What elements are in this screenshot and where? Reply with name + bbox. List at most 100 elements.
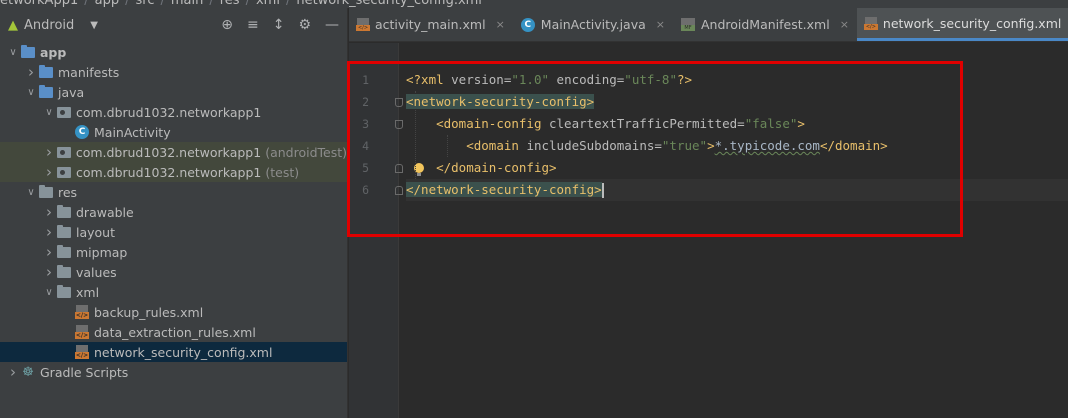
close-icon[interactable]: × (840, 18, 849, 31)
gear-icon[interactable]: ⚙ (298, 17, 311, 33)
tree-item[interactable]: backup_rules.xml (0, 302, 347, 322)
code-line: <domain-config cleartextTrafficPermitted… (406, 113, 1068, 135)
editor-tab[interactable]: activity_main.xml × (349, 8, 513, 41)
attr-value: "utf-8" (624, 72, 677, 87)
tree-item[interactable]: › drawable (0, 202, 347, 222)
project-view-selector[interactable]: ▲ Android ▼ (8, 18, 98, 33)
fold-marker[interactable] (395, 186, 403, 195)
fold-marker[interactable] (395, 98, 403, 107)
package-icon (56, 145, 72, 159)
chevron-right-icon[interactable]: › (42, 223, 56, 241)
chevron-right-icon[interactable]: › (42, 143, 56, 161)
expand-all-icon[interactable]: ↕ (273, 17, 285, 33)
chevron-down-icon[interactable]: ∨ (24, 187, 38, 198)
tree-item-label: app (40, 44, 67, 60)
chevron-right-icon[interactable]: › (42, 163, 56, 181)
text-caret (601, 183, 604, 198)
crosshair-icon[interactable]: ⊕ (221, 17, 233, 33)
package-icon (56, 165, 72, 179)
tree-item[interactable]: ∨ res (0, 182, 347, 202)
tree-item[interactable]: ∨ xml (0, 282, 347, 302)
tree-item[interactable]: › values (0, 262, 347, 282)
tree-item[interactable]: ∨ java (0, 82, 347, 102)
close-icon[interactable]: × (656, 18, 665, 31)
folder-icon (56, 204, 72, 219)
tree-item[interactable]: › com.dbrud1032.networkapp1 (androidTest) (0, 142, 347, 162)
manifest-file-icon (680, 18, 695, 31)
gradle-icon-shape: ☸ (22, 364, 34, 380)
chevron-right-icon[interactable]: › (42, 263, 56, 281)
folder-icon-shape (39, 64, 53, 78)
code-area[interactable]: <?xml version="1.0" encoding="utf-8"?> <… (406, 69, 1068, 201)
chevron-right-icon[interactable]: › (6, 363, 20, 381)
line-number: 1 (362, 73, 369, 87)
tag-end: > (797, 116, 805, 131)
tree-item[interactable]: › manifests (0, 62, 347, 82)
folder-icon-shape (57, 204, 71, 218)
chevron-down-icon[interactable]: ∨ (6, 47, 20, 58)
tree-item[interactable]: network_security_config.xml (0, 342, 347, 362)
tree-item[interactable]: ∨ app (0, 42, 347, 62)
editor-tab[interactable]: AndroidManifest.xml × (673, 8, 857, 41)
breadcrumb-item[interactable]: network_security_config.xml (296, 0, 482, 8)
tree-item-label: com.dbrud1032.networkapp1 (76, 164, 262, 180)
fold-marker[interactable] (395, 120, 403, 129)
collapse-all-icon[interactable]: ≡ (247, 17, 259, 33)
folder-icon (56, 264, 72, 279)
breadcrumb-item[interactable]: res (220, 0, 240, 8)
folder-icon-shape (57, 244, 71, 258)
fold-marker[interactable] (395, 164, 403, 173)
minimize-icon[interactable]: — (325, 17, 339, 33)
xml-file-icon-shape (75, 325, 89, 339)
attr-name: cleartextTrafficPermitted (549, 116, 738, 131)
tree-item[interactable]: › com.dbrud1032.networkapp1 (test) (0, 162, 347, 182)
tree-item[interactable]: C MainActivity (0, 122, 347, 142)
editor-tab[interactable]: C MainActivity.java × (513, 8, 673, 41)
chevron-right-icon[interactable]: › (24, 63, 38, 81)
attr-name: includeSubdomains (526, 138, 655, 153)
xml-file-icon (74, 325, 90, 339)
chevron-down-icon[interactable]: ∨ (24, 87, 38, 98)
editor-tab[interactable]: network_security_config.xml× (856, 8, 1068, 41)
breadcrumb-item[interactable]: src (136, 0, 155, 8)
tree-item[interactable]: › layout (0, 222, 347, 242)
code-line: </domain-config> (406, 157, 1068, 179)
editor-gutter: 1 2 3 4 5 6 (349, 43, 403, 418)
tree-item-label: layout (76, 224, 116, 240)
project-panel: ▲ Android ▼ ⊕ ≡ ↕ ⚙ — ∨ app › manifests ∨ jav… (0, 8, 348, 418)
tree-item-label: data_extraction_rules.xml (94, 324, 256, 340)
breadcrumb: etworkApp1 / app / src / main / res / xml / ne… (0, 0, 482, 8)
code-editor[interactable]: 1 2 3 4 5 6 <?xml version="1.0" encoding… (349, 43, 1068, 418)
xml-file-icon-shape (75, 305, 89, 319)
tree-item-suffix: (test) (265, 164, 300, 180)
xml-declaration-end: ?> (676, 72, 693, 87)
tree-item[interactable]: › ☸ Gradle Scripts (0, 362, 347, 382)
close-icon[interactable]: × (496, 18, 505, 31)
tree-item-label: Gradle Scripts (40, 364, 129, 380)
chevron-right-icon[interactable]: › (42, 203, 56, 221)
tree-item-label: com.dbrud1032.networkapp1 (75, 144, 262, 160)
tree-item-label: values (76, 264, 117, 280)
folder-icon-shape (39, 84, 53, 98)
tree-item-label: manifests (58, 64, 120, 80)
tree-item[interactable]: › mipmap (0, 242, 347, 262)
folder-icon (38, 64, 54, 79)
tree-item[interactable]: data_extraction_rules.xml (0, 322, 347, 342)
tree-item[interactable]: ∨ com.dbrud1032.networkapp1 (0, 102, 347, 122)
line-number: 2 (362, 95, 369, 109)
tree-item-label: java (58, 84, 85, 100)
breadcrumb-item[interactable]: etworkApp1 (0, 0, 78, 8)
tab-label: activity_main.xml (375, 17, 486, 32)
breadcrumb-item[interactable]: xml (256, 0, 280, 8)
attr-eq: = (737, 116, 745, 131)
breadcrumb-item[interactable]: app (95, 0, 119, 8)
chevron-down-icon[interactable]: ∨ (42, 287, 56, 298)
breadcrumb-separator: / (84, 0, 89, 8)
chevron-down-icon[interactable]: ∨ (42, 107, 56, 118)
breadcrumb-item[interactable]: main (171, 0, 203, 8)
attr-name: encoding (556, 72, 617, 87)
attr-value: "1.0" (511, 72, 550, 87)
chevron-right-icon[interactable]: › (42, 243, 56, 261)
package-icon-shape (57, 106, 71, 118)
